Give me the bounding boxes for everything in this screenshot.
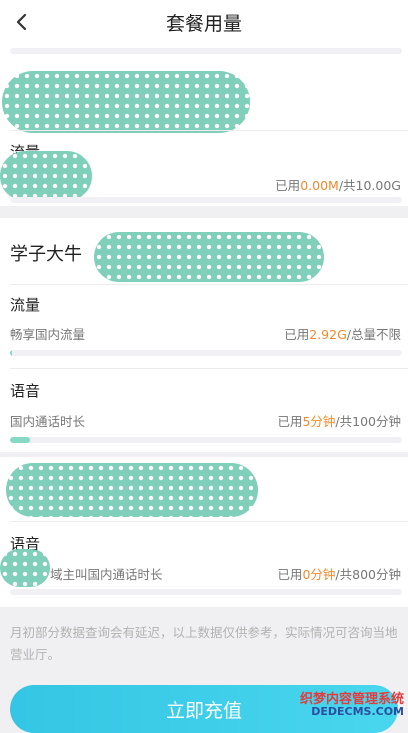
back-arrow-icon[interactable] [6,4,38,40]
redacted-plan-name [6,463,258,517]
category-label: 流量 [10,296,41,314]
usage-progress-bar [10,589,402,595]
usage-description: 畅享国内流量 [10,327,86,342]
header-bar: 套餐用量 [0,0,408,44]
usage-progress-bar [10,437,402,443]
redacted-plan-name [94,232,324,282]
category-label: 语音 [10,382,41,400]
redacted-description [0,151,92,201]
disclaimer-text: 月初部分数据查询会有延迟，以上数据仅供参考，实际情况可咨询当地营业厅。 [10,625,398,662]
usage-description: 域主叫国内通话时长 [50,567,163,582]
usage-text: 已用0分钟/共800分钟 [277,567,401,582]
usage-text: 已用0.00M/共10.00G [275,178,401,193]
plan-name: 学子大牛 [10,244,82,265]
usage-progress-bar [10,48,402,54]
redacted-plan-name [2,71,250,133]
package-card-1: 流量 已用0.00M/共10.00G [0,44,408,206]
package-card-2: 学子大牛 流量 畅享国内流量 已用2.92G/总量不限 语音 国内通话时长 已用… [0,218,408,452]
watermark-logo: 织梦内容管理系统 DEDECMS.COM [270,688,408,721]
usage-text: 已用2.92G/总量不限 [284,327,401,342]
watermark-line-2: DEDECMS.COM [311,705,404,718]
redacted-description [0,549,50,587]
usage-text: 已用5分钟/共100分钟 [277,414,401,429]
package-card-3: 语音 域主叫国内通话时长 已用0分钟/共800分钟 [0,457,408,607]
usage-description: 国内通话时长 [10,414,86,429]
page-title: 套餐用量 [165,12,242,35]
usage-progress-bar [10,350,402,356]
usage-progress-bar [10,197,402,203]
